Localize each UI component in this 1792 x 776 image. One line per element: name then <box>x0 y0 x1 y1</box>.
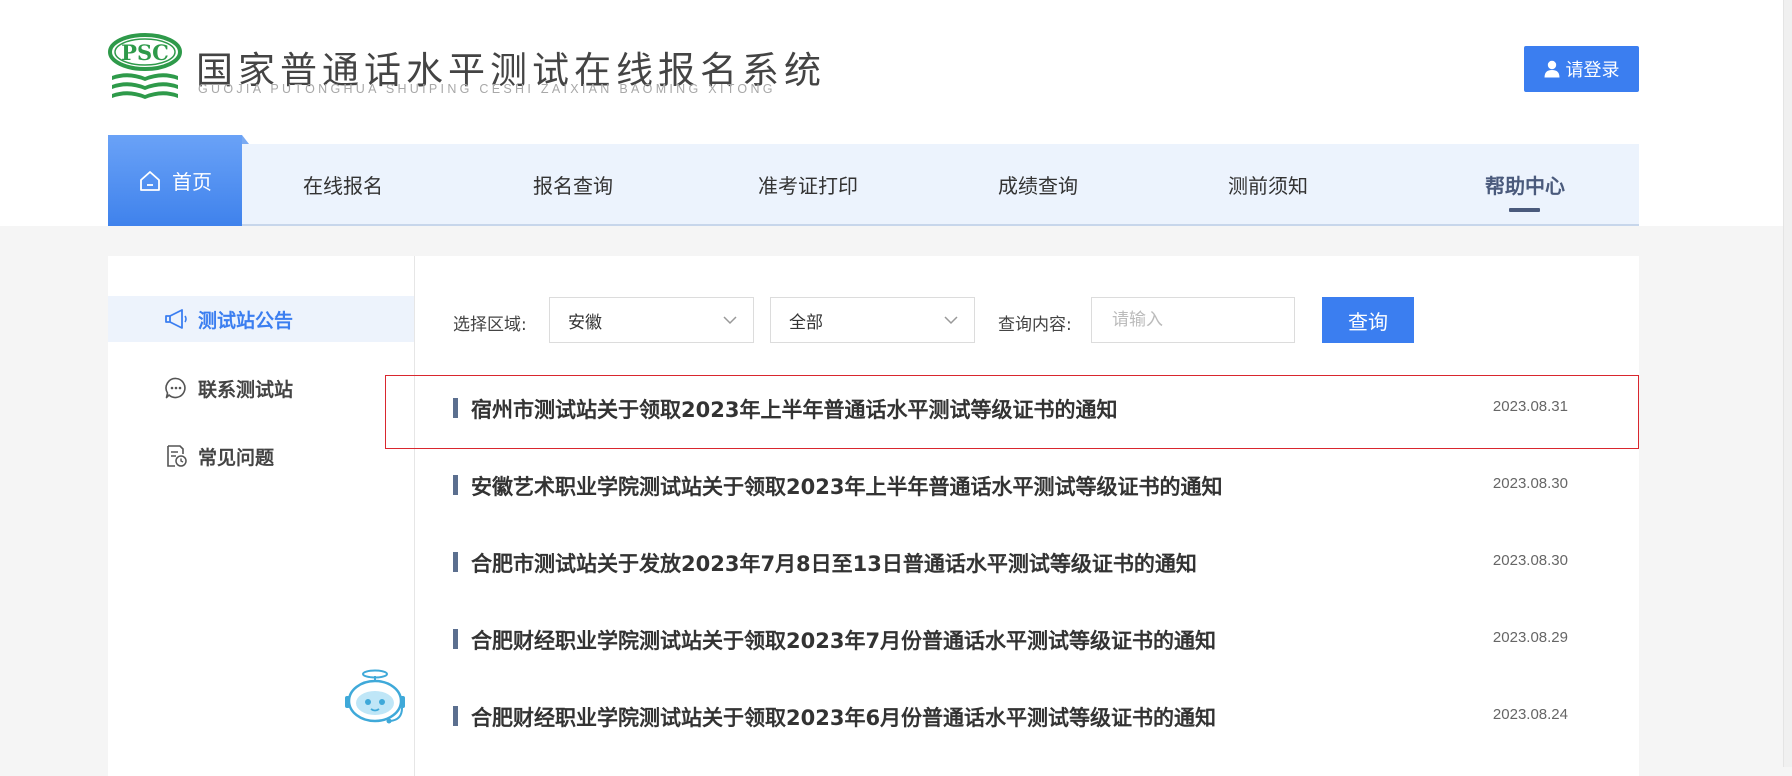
list-item[interactable]: 安徽艺术职业学院测试站关于领取2023年上半年普通话水平测试等级证书的通知 20… <box>453 463 1568 503</box>
document-clock-icon <box>167 445 187 467</box>
nav-item-pre-test-notice[interactable]: 测前须知 <box>1193 144 1343 224</box>
user-icon <box>1544 60 1559 78</box>
sidebar-item-contact-station[interactable]: 联系测试站 <box>108 365 414 411</box>
sidebar-item-label: 常见问题 <box>198 446 275 469</box>
notice-date: 2023.08.24 <box>1492 706 1568 723</box>
megaphone-icon <box>165 309 187 329</box>
notice-title[interactable]: 安徽艺术职业学院测试站关于领取2023年上半年普通话水平测试等级证书的通知 <box>453 471 1222 501</box>
notice-title[interactable]: 合肥财经职业学院测试站关于领取2023年6月份普通话水平测试等级证书的通知 <box>453 702 1216 732</box>
notice-title[interactable]: 合肥市测试站关于发放2023年7月8日至13日普通话水平测试等级证书的通知 <box>453 548 1197 578</box>
login-label: 请登录 <box>1565 60 1620 81</box>
nav-home-label: 首页 <box>172 170 212 194</box>
list-item[interactable]: 宿州市测试站关于领取2023年上半年普通话水平测试等级证书的通知 2023.08… <box>453 386 1568 426</box>
psc-logo-icon: PSC <box>108 33 182 99</box>
nav-item-registration-query[interactable]: 报名查询 <box>498 144 648 224</box>
region-select[interactable]: 安徽 <box>549 297 754 343</box>
notice-date: 2023.08.29 <box>1492 629 1568 646</box>
notice-title[interactable]: 合肥财经职业学院测试站关于领取2023年7月份普通话水平测试等级证书的通知 <box>453 625 1216 655</box>
nav-item-admission-ticket[interactable]: 准考证打印 <box>723 144 893 224</box>
site-logo[interactable]: PSC 国家普通话水平测试在线报名系统 GUOJIA PUTONGHUA SHU… <box>108 32 821 104</box>
region-select-value: 安徽 <box>568 312 602 333</box>
region-label: 选择区域: <box>453 315 527 335</box>
content-card: 测试站公告 联系测试站 常见问题 选择区域: 安徽 全部 查询内容: 请输入 查… <box>108 256 1639 776</box>
category-select[interactable]: 全部 <box>770 297 975 343</box>
sidebar-item-faq[interactable]: 常见问题 <box>108 433 414 479</box>
nav-item-home[interactable]: 首页 <box>108 135 249 226</box>
search-input[interactable] <box>1091 297 1295 343</box>
list-item[interactable]: 合肥财经职业学院测试站关于领取2023年7月份普通话水平测试等级证书的通知 20… <box>453 617 1568 657</box>
notice-date: 2023.08.30 <box>1492 475 1568 492</box>
nav-item-score-query[interactable]: 成绩查询 <box>963 144 1113 224</box>
nav-item-help-center[interactable]: 帮助中心 <box>1450 144 1600 224</box>
sidebar-item-label: 测试站公告 <box>198 309 294 332</box>
header-area: PSC 国家普通话水平测试在线报名系统 GUOJIA PUTONGHUA SHU… <box>0 0 1792 226</box>
query-button[interactable]: 查询 <box>1322 297 1414 343</box>
notice-title[interactable]: 宿州市测试站关于领取2023年上半年普通话水平测试等级证书的通知 <box>453 394 1117 424</box>
window-scrollbar[interactable] <box>1783 0 1792 767</box>
main-nav: 首页 在线报名 报名查询 准考证打印 成绩查询 测前须知 帮助中心 <box>108 135 1639 226</box>
nav-active-indicator <box>1509 208 1540 212</box>
home-icon <box>140 170 160 191</box>
site-subtitle: GUOJIA PUTONGHUA SHUIPING CESHI ZAIXIAN … <box>198 82 776 96</box>
login-button[interactable]: 请登录 <box>1524 46 1639 92</box>
nav-item-online-registration[interactable]: 在线报名 <box>268 144 418 224</box>
list-item[interactable]: 合肥财经职业学院测试站关于领取2023年6月份普通话水平测试等级证书的通知 20… <box>453 694 1568 734</box>
sidebar: 测试站公告 联系测试站 常见问题 <box>108 256 415 776</box>
chevron-down-icon <box>723 316 737 325</box>
sidebar-item-station-notices[interactable]: 测试站公告 <box>108 296 414 342</box>
logo-badge-text: PSC <box>121 40 169 65</box>
list-item[interactable]: 合肥市测试站关于发放2023年7月8日至13日普通话水平测试等级证书的通知 20… <box>453 540 1568 580</box>
chatbot-robot-icon[interactable] <box>342 666 408 728</box>
notice-date: 2023.08.30 <box>1492 552 1568 569</box>
chat-bubble-icon <box>165 377 186 399</box>
query-label: 查询内容: <box>998 315 1072 335</box>
sidebar-item-label: 联系测试站 <box>198 378 294 401</box>
category-select-value: 全部 <box>789 312 823 333</box>
chevron-down-icon <box>944 316 958 325</box>
notice-date: 2023.08.31 <box>1492 398 1568 415</box>
